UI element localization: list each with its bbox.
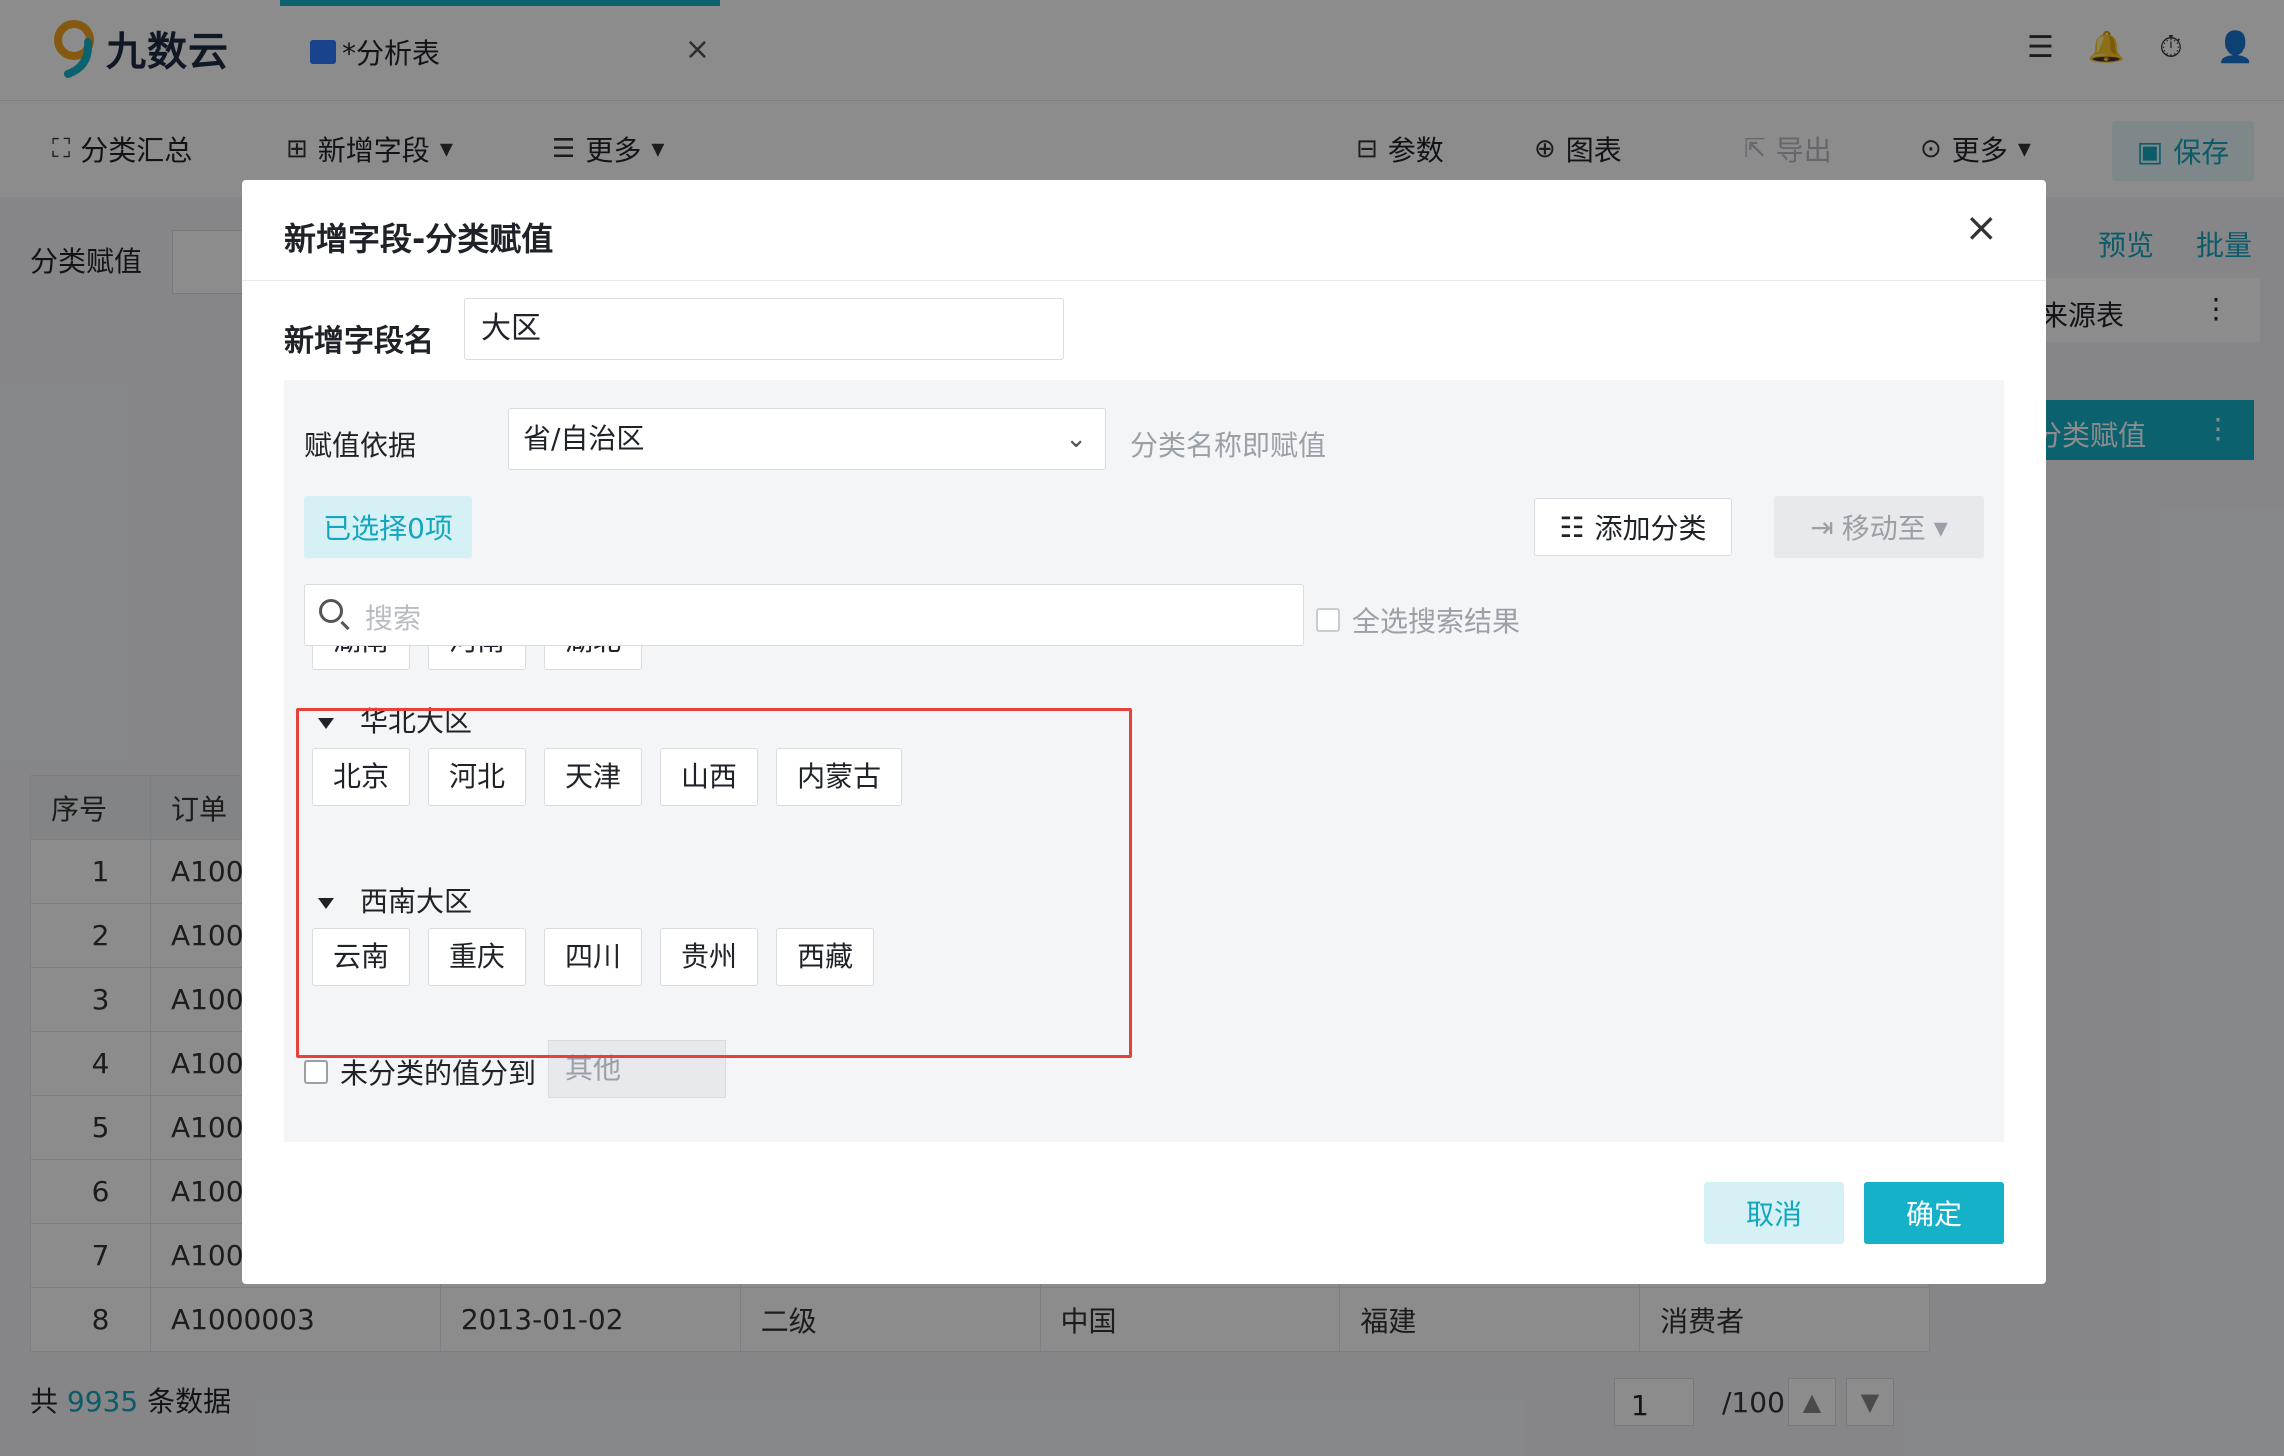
dialog-title: 新增字段-分类赋值 <box>284 220 554 258</box>
basis-hint: 分类名称即赋值 <box>1130 429 1327 462</box>
basis-label: 赋值依据 <box>304 429 417 462</box>
close-icon[interactable]: × <box>1964 208 1998 248</box>
unclassified-label: 未分类的值分到 <box>340 1057 537 1090</box>
value-chip[interactable]: 湖南 <box>312 646 411 670</box>
move-icon: ⇥ <box>1810 510 1834 544</box>
basis-value: 省/自治区 <box>523 422 645 455</box>
partial-chip-row: 湖南 河南 湖北 <box>312 646 643 670</box>
selected-count-badge: 已选择0项 <box>304 496 472 558</box>
unclassified-checkbox[interactable] <box>304 1060 328 1084</box>
divider <box>242 280 2046 281</box>
add-category-button[interactable]: ☷ 添加分类 <box>1534 498 1732 556</box>
move-to-button[interactable]: ⇥ 移动至 ▾ <box>1774 496 1984 558</box>
add-list-icon: ☷ <box>1559 510 1585 544</box>
unclassified-option[interactable]: 未分类的值分到 <box>304 1052 536 1092</box>
basis-select[interactable]: 省/自治区 ⌄ <box>508 408 1106 470</box>
value-chip[interactable]: 湖北 <box>544 646 643 670</box>
chevron-down-icon: ⌄ <box>1065 424 1087 454</box>
caret-down-icon: ▾ <box>1933 510 1948 544</box>
search-input[interactable]: 搜索 <box>304 584 1304 646</box>
move-to-label: 移动至 <box>1841 512 1926 545</box>
add-category-label: 添加分类 <box>1594 512 1707 545</box>
value-chip[interactable]: 河南 <box>428 646 527 670</box>
select-all-results[interactable]: 全选搜索结果 <box>1316 600 1520 640</box>
select-all-checkbox[interactable] <box>1316 608 1340 632</box>
select-all-label: 全选搜索结果 <box>1352 605 1521 638</box>
search-icon <box>319 599 343 623</box>
annotation-highlight-box <box>296 708 1132 1058</box>
confirm-button[interactable]: 确定 <box>1864 1182 2004 1244</box>
cancel-button[interactable]: 取消 <box>1704 1182 1844 1244</box>
field-name-label: 新增字段名 <box>284 324 434 359</box>
search-placeholder: 搜索 <box>365 602 422 635</box>
field-name-input[interactable]: 大区 <box>464 298 1064 360</box>
